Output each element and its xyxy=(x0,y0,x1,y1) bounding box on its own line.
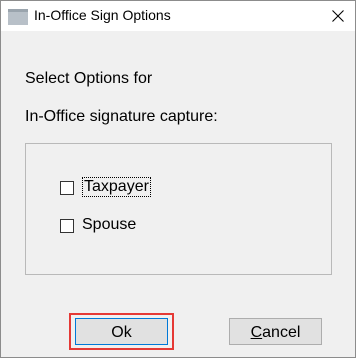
prompt-line-2: In-Office signature capture: xyxy=(25,108,218,125)
close-button[interactable] xyxy=(321,1,355,31)
spouse-checkbox[interactable] xyxy=(60,219,74,233)
taxpayer-checkbox[interactable] xyxy=(60,181,74,195)
close-icon xyxy=(332,10,344,22)
taxpayer-label[interactable]: Taxpayer xyxy=(82,177,151,197)
spouse-label[interactable]: Spouse xyxy=(82,216,136,234)
window-icon xyxy=(8,9,28,25)
prompt-line-1: Select Options for xyxy=(25,70,153,87)
dialog-window: In-Office Sign Options Select Options fo… xyxy=(0,0,356,358)
title-bar[interactable]: In-Office Sign Options xyxy=(1,1,355,31)
window-title: In-Office Sign Options xyxy=(34,7,171,23)
cancel-button[interactable]: Cancel xyxy=(229,318,322,345)
ok-button[interactable]: Ok xyxy=(75,318,168,345)
options-group xyxy=(25,143,332,275)
